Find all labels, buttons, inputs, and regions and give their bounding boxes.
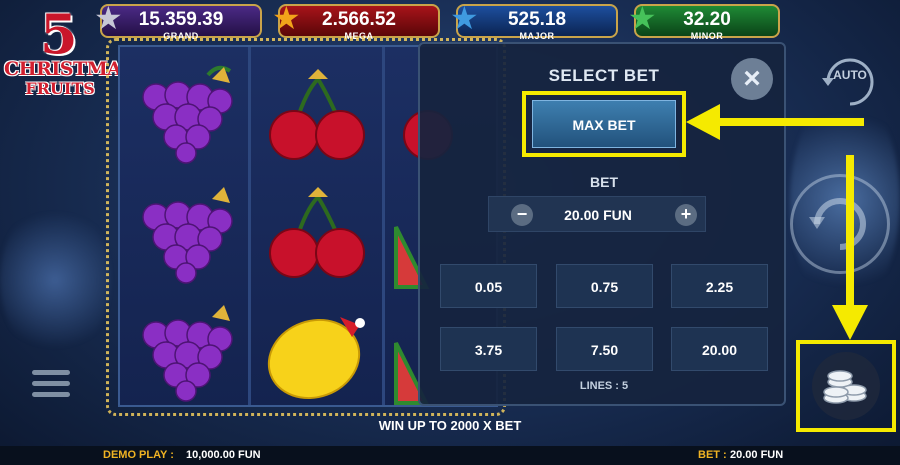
jackpot-major: ★ 525.18 MAJOR	[450, 2, 618, 41]
jackpot-minor: ★ 32.20 MINOR	[628, 2, 780, 41]
arrow-left-icon	[686, 104, 864, 140]
arrow-down-icon	[832, 155, 868, 340]
bet-option[interactable]: 3.75	[440, 327, 537, 371]
menu-icon	[32, 381, 70, 386]
reel-separator	[382, 47, 385, 405]
logo-title-line2: FRUITS	[25, 79, 95, 98]
max-win-text: WIN UP TO 2000 X BET	[378, 418, 522, 433]
menu-icon	[32, 392, 70, 397]
max-bet-button[interactable]: MAX BET	[532, 100, 676, 148]
autoplay-button[interactable]: AUTO	[820, 52, 880, 106]
grapes-symbol	[142, 187, 233, 284]
jackpot-label: MINOR	[690, 31, 724, 41]
bet-stepper: − 20.00 FUN +	[488, 196, 706, 232]
jackpot-value: 32.20	[683, 9, 731, 30]
cherries-symbol	[269, 69, 365, 160]
bet-value: 20.00 FUN	[564, 207, 632, 223]
select-bet-panel: SELECT BET × MAX BET BET − 20.00 FUN + 0…	[418, 42, 786, 406]
jackpot-value: 2.566.52	[322, 9, 396, 30]
status-bar: DEMO PLAY : 10,000.00 FUN BET : 20.00 FU…	[0, 446, 900, 465]
logo-title-line1: CHRISTMAS	[4, 58, 135, 80]
increase-bet-button[interactable]: +	[675, 204, 697, 226]
autoplay-label: AUTO	[833, 68, 867, 82]
jackpot-grand: ★ 15.359.39 GRAND	[94, 2, 262, 41]
cherries-symbol	[269, 187, 365, 278]
jackpot-value: 525.18	[507, 9, 567, 30]
grapes-symbol	[142, 65, 233, 164]
current-bet-label: BET :	[698, 449, 727, 461]
bet-option[interactable]: 7.50	[556, 327, 653, 371]
coins-icon	[823, 370, 867, 404]
menu-icon	[32, 370, 70, 375]
jackpot-mega: ★ 2.566.52 MEGA	[272, 2, 440, 41]
background-glow	[0, 200, 110, 360]
bet-option[interactable]: 20.00	[671, 327, 768, 371]
current-bet-value: 20.00 FUN	[730, 449, 784, 461]
bet-option[interactable]: 0.75	[556, 264, 653, 308]
menu-button[interactable]	[32, 368, 70, 400]
bet-option[interactable]: 2.25	[671, 264, 768, 308]
jackpot-value: 15.359.39	[138, 9, 224, 30]
decrease-bet-button[interactable]: −	[511, 204, 533, 226]
reel-separator	[248, 47, 251, 405]
grapes-symbol	[142, 305, 233, 402]
bet-coins-button[interactable]	[812, 352, 880, 420]
logo-number: 5	[40, 2, 78, 66]
lemon-symbol	[267, 317, 365, 400]
demo-balance-value: 10,000.00 FUN	[186, 449, 261, 461]
bet-option[interactable]: 0.05	[440, 264, 537, 308]
demo-balance-label: DEMO PLAY :	[103, 449, 174, 461]
bet-label: BET	[590, 174, 618, 190]
close-icon[interactable]: ×	[731, 58, 773, 100]
lines-count: LINES : 5	[579, 380, 629, 392]
